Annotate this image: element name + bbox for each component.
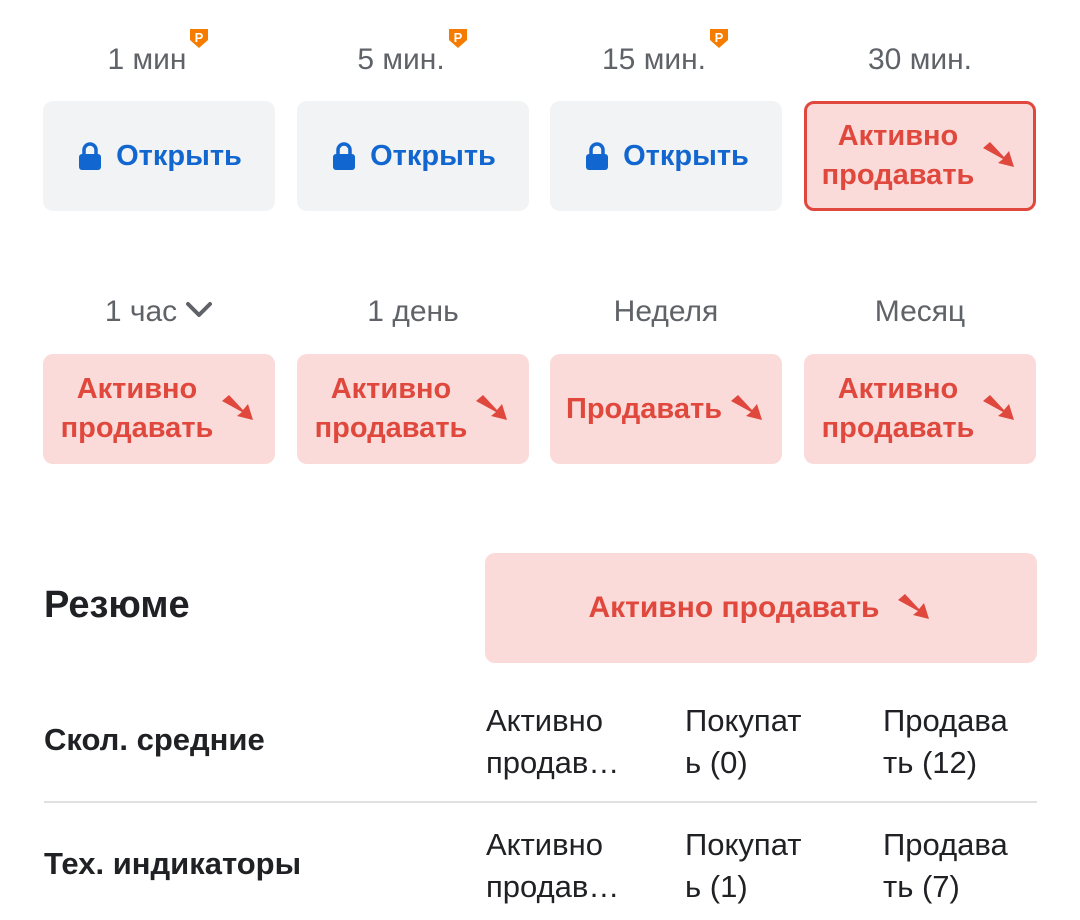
- open-button-label: Открыть: [623, 139, 749, 172]
- down-right-arrow-icon: [983, 142, 1015, 167]
- timeframe-1d-label: 1 день: [297, 290, 529, 334]
- cell-line-2: ть (12): [883, 745, 978, 780]
- lock-icon: [333, 142, 356, 170]
- timeframe-label-text: Месяц: [874, 295, 966, 328]
- signal-line-2: продавать: [821, 412, 975, 444]
- timeframe-label-text: Неделя: [613, 295, 719, 328]
- down-right-arrow-icon: [222, 395, 254, 420]
- timeframe-15m-label: 15 мин. P: [550, 29, 782, 82]
- cell-line-2: продав…: [486, 745, 620, 780]
- timeframe-label-text: 15 мин.: [602, 43, 706, 76]
- open-button-15m[interactable]: Открыть: [550, 101, 782, 211]
- timeframe-5m-label: 5 мин. P: [297, 29, 529, 82]
- svg-text:P: P: [195, 30, 204, 45]
- pro-badge-icon: P: [448, 29, 467, 48]
- pro-badge-icon: P: [190, 29, 209, 48]
- chevron-down-icon: [186, 302, 213, 318]
- cell-line-2: продав…: [486, 869, 620, 904]
- svg-text:P: P: [453, 30, 462, 45]
- svg-text:P: P: [715, 30, 724, 45]
- cell-line-1: Продава: [883, 827, 1008, 862]
- cell-line-1: Активно: [486, 703, 603, 738]
- signal-card-week[interactable]: Продавать: [550, 354, 782, 464]
- signal-card-1d[interactable]: Активно продавать: [297, 354, 529, 464]
- pro-badge-icon: P: [710, 29, 728, 48]
- signal-line-1: Активно: [330, 373, 452, 405]
- signal-line-2: продавать: [821, 159, 975, 191]
- open-button-label: Открыть: [116, 139, 242, 172]
- signal-text: Активно продавать: [61, 370, 214, 448]
- cell-line-1: Покупат: [685, 827, 802, 862]
- signal-line-2: продавать: [60, 412, 214, 444]
- lock-icon: [586, 142, 609, 170]
- cell-line-2: ть (7): [883, 869, 960, 904]
- signal-card-1h[interactable]: Активно продавать: [43, 354, 275, 464]
- tech-indicators-buy: Покупат ь (1): [685, 824, 855, 908]
- timeframe-month-label: Месяц: [804, 290, 1036, 334]
- moving-averages-sell: Продава ть (12): [883, 700, 1053, 784]
- timeframe-label-text: 30 мин.: [868, 43, 972, 76]
- moving-averages-label: Скол. средние: [44, 722, 265, 757]
- timeframe-week-label: Неделя: [550, 290, 782, 334]
- signal-card-month[interactable]: Активно продавать: [804, 354, 1036, 464]
- signal-text: Продавать: [565, 392, 723, 425]
- timeframe-label-text: 1 день: [367, 295, 459, 328]
- signal-line-1: Активно: [76, 373, 198, 405]
- moving-averages-signal: Активно продав…: [486, 700, 656, 784]
- cell-line-2: ь (0): [685, 745, 748, 780]
- timeframe-label-text: 1 мин: [107, 43, 187, 76]
- timeframe-label-text: 1 час: [104, 295, 178, 328]
- signal-text: Активно продавать: [822, 370, 975, 448]
- tech-indicators-sell: Продава ть (7): [883, 824, 1053, 908]
- signal-text: Активно продавать: [822, 117, 975, 195]
- summary-signal-badge: Активно продавать: [485, 553, 1037, 663]
- timeframe-30m-label: 30 мин.: [804, 38, 1036, 82]
- down-right-arrow-icon: [476, 395, 508, 420]
- timeframe-label-text: 5 мин.: [357, 43, 445, 76]
- signal-line-2: продавать: [314, 412, 468, 444]
- signal-text: Активно продавать: [315, 370, 468, 448]
- tech-indicators-signal: Активно продав…: [486, 824, 656, 908]
- summary-title: Резюме: [44, 584, 190, 626]
- signal-line-1: Активно: [837, 373, 959, 405]
- open-button-label: Открыть: [370, 139, 496, 172]
- cell-line-1: Покупат: [685, 703, 802, 738]
- down-right-arrow-icon: [983, 395, 1015, 420]
- down-right-arrow-icon: [731, 395, 763, 420]
- open-button-5m[interactable]: Открыть: [297, 101, 529, 211]
- cell-line-1: Активно: [486, 827, 603, 862]
- signal-line-1: Активно: [837, 120, 959, 152]
- open-button-1m[interactable]: Открыть: [43, 101, 275, 211]
- timeframe-1h-label[interactable]: 1 час: [43, 290, 275, 334]
- cell-line-2: ь (1): [685, 869, 748, 904]
- cell-line-1: Продава: [883, 703, 1008, 738]
- summary-signal-text: Активно продавать: [588, 591, 880, 624]
- tech-indicators-label: Тех. индикаторы: [44, 846, 302, 881]
- row-divider: [44, 801, 1037, 803]
- lock-icon: [79, 142, 102, 170]
- moving-averages-buy: Покупат ь (0): [685, 700, 855, 784]
- down-right-arrow-icon: [897, 594, 929, 619]
- signal-card-30m[interactable]: Активно продавать: [804, 101, 1036, 211]
- timeframe-1m-label: 1 мин P: [43, 29, 275, 82]
